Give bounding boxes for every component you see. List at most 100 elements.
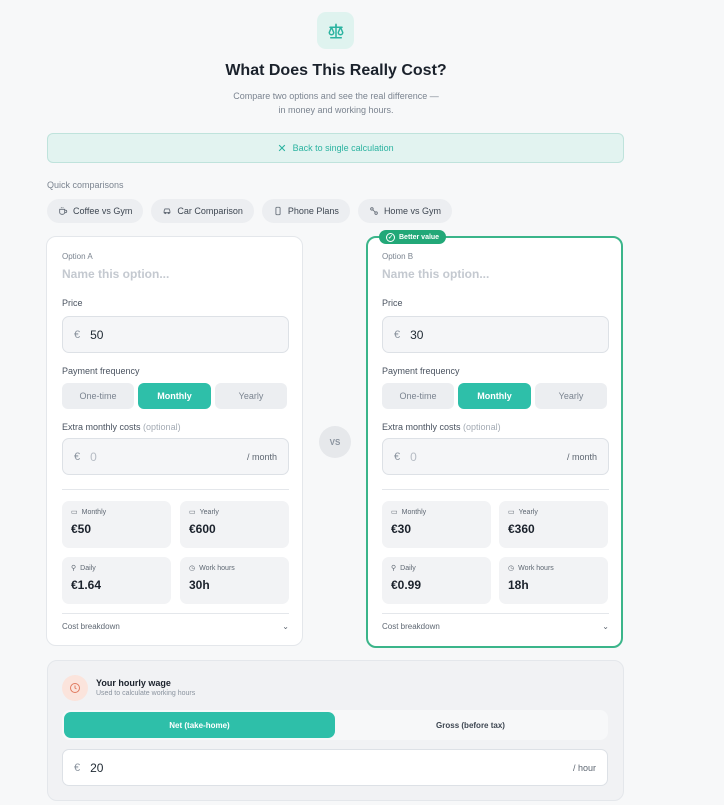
wage-value: 20 (90, 760, 104, 775)
close-icon: ✕ (277, 142, 287, 155)
extra-label-text: Extra monthly costs (62, 422, 141, 432)
divider (382, 489, 609, 490)
option-a-price-input[interactable]: € 50 (62, 316, 289, 353)
calendar-icon: ▭ (71, 509, 78, 516)
stat-value: €1.64 (71, 578, 102, 592)
chevron-down-icon: ⌄ (282, 622, 289, 631)
per-hour-suffix: / hour (572, 762, 596, 773)
stat-label: Yearly (518, 508, 538, 516)
option-b-work-hours-stat: ◷ Work hours 18h (499, 557, 608, 604)
gross-toggle-button[interactable]: Gross (before tax) (335, 712, 606, 738)
option-b-monthly-stat: ▭ Monthly €30 (382, 501, 491, 548)
stat-value: €0.99 (391, 578, 422, 592)
option-b-daily-stat: ⚲ Daily €0.99 (382, 557, 491, 604)
chip-label: Home vs Gym (383, 206, 441, 216)
option-a-label: Option A (62, 252, 93, 261)
extra-label-text: Extra monthly costs (382, 422, 461, 432)
extra-placeholder: 0 (410, 449, 417, 464)
back-button-label: Back to single calculation (292, 143, 394, 153)
stat-value: 30h (189, 578, 210, 592)
option-a-name-input[interactable]: Name this option... (62, 267, 169, 281)
option-b-frequency-selector: One-time Monthly Yearly (382, 383, 607, 409)
stat-label: Work hours (199, 564, 235, 572)
stat-label: Yearly (199, 508, 219, 516)
stat-label: Monthly (81, 508, 107, 516)
vs-badge: VS (319, 426, 351, 458)
currency-symbol: € (74, 328, 81, 341)
phone-icon (275, 206, 281, 216)
stat-value: €30 (391, 522, 412, 536)
chip-phone-plans[interactable]: Phone Plans (261, 199, 350, 223)
stat-label: Work hours (518, 564, 554, 572)
optional-text: (optional) (463, 422, 501, 432)
option-a-extra-input[interactable]: € 0 / month (62, 438, 289, 475)
divider (62, 489, 289, 490)
breakdown-label: Cost breakdown (382, 622, 440, 631)
option-a-daily-stat: ⚲ Daily €1.64 (62, 557, 171, 604)
quick-comparisons-label: Quick comparisons (47, 180, 124, 190)
extra-placeholder: 0 (90, 449, 97, 464)
option-b-extra-label: Extra monthly costs (optional) (382, 422, 501, 432)
freq-yearly-button[interactable]: Yearly (215, 383, 287, 409)
option-b-price-input[interactable]: € 30 (382, 316, 609, 353)
clock-icon (70, 683, 80, 693)
price-value: 30 (410, 327, 424, 342)
option-a-breakdown-toggle[interactable]: Cost breakdown ⌄ (62, 622, 289, 631)
option-a-price-label: Price (62, 298, 83, 308)
hourly-wage-input[interactable]: € 20 / hour (62, 749, 608, 786)
per-month-suffix: / month (246, 451, 277, 462)
freq-monthly-button[interactable]: Monthly (458, 383, 531, 409)
app-logo (317, 12, 354, 49)
chip-car-comparison[interactable]: Car Comparison (151, 199, 254, 223)
chip-label: Car Comparison (177, 206, 243, 216)
wage-icon-badge (62, 675, 88, 701)
net-gross-toggle: Net (take-home) Gross (before tax) (62, 710, 608, 740)
wage-title: Your hourly wage (96, 678, 171, 688)
badge-label: Better value (399, 233, 440, 241)
freq-monthly-button[interactable]: Monthly (138, 383, 211, 409)
chip-label: Phone Plans (287, 206, 339, 216)
option-b-price-label: Price (382, 298, 403, 308)
option-a-work-hours-stat: ◷ Work hours 30h (180, 557, 289, 604)
stat-value: €600 (189, 522, 216, 536)
option-b-breakdown-toggle[interactable]: Cost breakdown ⌄ (382, 622, 609, 631)
chip-home-vs-gym[interactable]: Home vs Gym (357, 199, 452, 223)
calendar-icon: ▭ (391, 509, 398, 516)
option-b-label: Option B (382, 252, 414, 261)
currency-symbol: € (74, 761, 81, 774)
page-title: What Does This Really Cost? (225, 62, 447, 79)
chip-coffee-vs-gym[interactable]: Coffee vs Gym (47, 199, 144, 223)
optional-text: (optional) (143, 422, 181, 432)
breakdown-label: Cost breakdown (62, 622, 120, 631)
divider (382, 613, 609, 614)
stat-label: Daily (80, 564, 96, 572)
calendar-icon: ▭ (189, 509, 196, 516)
freq-yearly-button[interactable]: Yearly (535, 383, 607, 409)
currency-symbol: € (394, 328, 401, 341)
stat-value: €50 (71, 522, 92, 536)
option-a-yearly-stat: ▭ Yearly €600 (180, 501, 289, 548)
option-b-name-input[interactable]: Name this option... (382, 267, 489, 281)
coffee-cup-icon (59, 207, 68, 215)
freq-one-time-button[interactable]: One-time (382, 383, 454, 409)
freq-one-time-button[interactable]: One-time (62, 383, 134, 409)
stat-label: Monthly (401, 508, 427, 516)
coins-icon: ⚲ (391, 565, 397, 572)
option-a-frequency-label: Payment frequency (62, 366, 140, 376)
page-subtitle: Compare two options and see the real dif… (0, 89, 672, 117)
back-to-single-button[interactable]: ✕ Back to single calculation (47, 133, 624, 163)
stat-value: 18h (508, 578, 529, 592)
net-toggle-button[interactable]: Net (take-home) (64, 712, 335, 738)
stat-value: €360 (508, 522, 535, 536)
option-b-extra-input[interactable]: € 0 / month (382, 438, 609, 475)
option-b-frequency-label: Payment frequency (382, 366, 460, 376)
option-b-yearly-stat: ▭ Yearly €360 (499, 501, 608, 548)
clock-icon: ◷ (189, 565, 196, 572)
option-a-frequency-selector: One-time Monthly Yearly (62, 383, 287, 409)
check-circle-icon: ✓ (386, 232, 395, 242)
divider (62, 613, 289, 614)
coins-icon: ⚲ (71, 565, 77, 572)
wage-subtitle: Used to calculate working hours (96, 690, 196, 697)
subtitle-line-1: Compare two options and see the real dif… (233, 91, 439, 101)
scale-icon (328, 23, 343, 38)
